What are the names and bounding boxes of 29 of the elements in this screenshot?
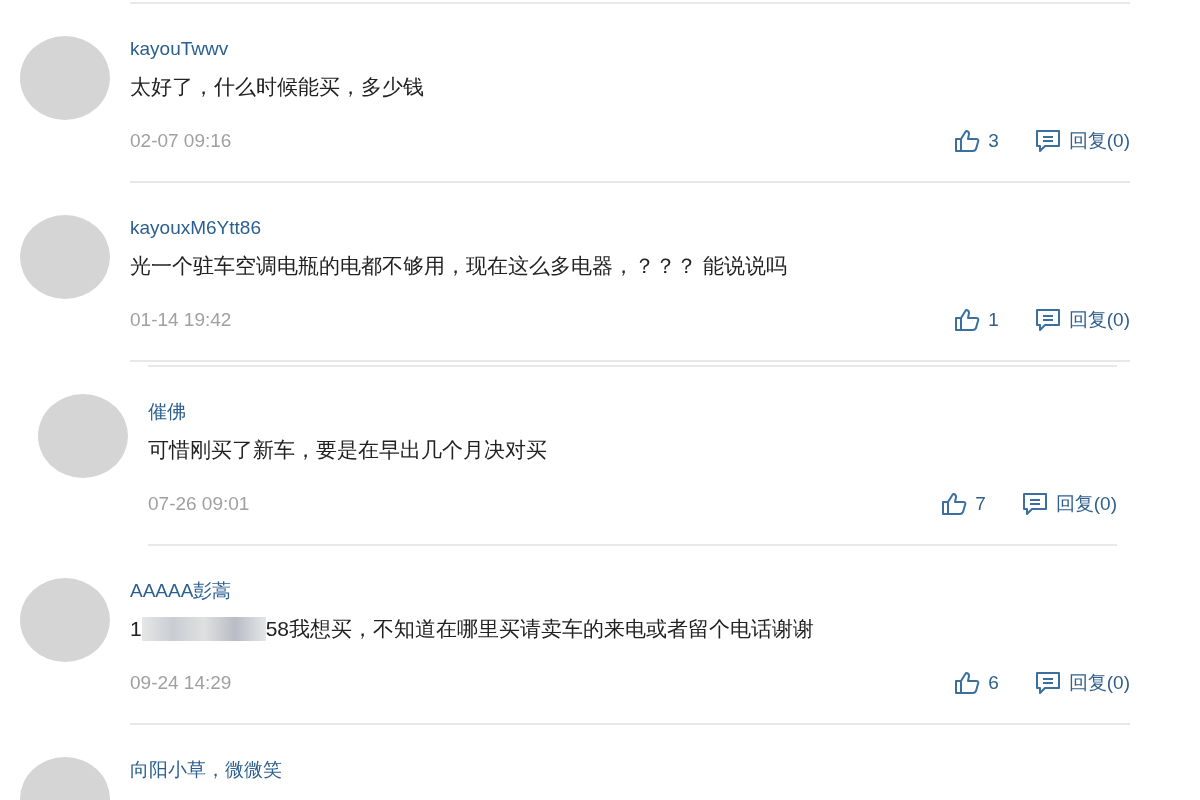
- comment-icon: [1021, 492, 1048, 516]
- comment-icon: [1034, 129, 1061, 153]
- reply-button[interactable]: 回复(0): [1034, 670, 1130, 696]
- comment-icon: [1034, 308, 1061, 332]
- reply-button[interactable]: 回复(0): [1034, 307, 1130, 333]
- username[interactable]: AAAAA彭蒿: [130, 579, 1130, 603]
- username[interactable]: 催佛: [148, 400, 1117, 424]
- comment-date: 07-26 09:01: [148, 493, 251, 515]
- thumbs-up-icon: [954, 308, 981, 332]
- like-button[interactable]: 7: [941, 492, 986, 516]
- username[interactable]: kayouTwwv: [130, 37, 1130, 61]
- comment-icon: [1034, 671, 1061, 695]
- comment-date: 09-24 14:29: [130, 672, 233, 694]
- comment-date: 02-07 09:16: [130, 130, 233, 152]
- comment-text: 太好了，什么时候能买，多少钱: [130, 74, 425, 100]
- like-button[interactable]: 1: [954, 308, 999, 332]
- comment-date: 01-14 19:42: [130, 309, 233, 331]
- comment-text: 可惜刚买了新车，要是在早出几个月决对买: [148, 437, 548, 463]
- thumbs-up-icon: [954, 129, 981, 153]
- like-button[interactable]: 3: [954, 129, 999, 153]
- like-button[interactable]: 6: [954, 671, 999, 695]
- reply-button[interactable]: 回复(0): [1021, 491, 1117, 517]
- username[interactable]: kayouxM6Ytt86: [130, 216, 1130, 240]
- username[interactable]: 向阳小草，微微笑: [130, 758, 1130, 782]
- reply-button[interactable]: 回复(0): [1034, 128, 1130, 154]
- comment-text: 1 58我想买，不知道在哪里买请卖车的来电或者留个电话谢谢: [130, 616, 816, 643]
- thumbs-up-icon: [941, 492, 968, 516]
- thumbs-up-icon: [954, 671, 981, 695]
- comment-text: 光一个驻车空调电瓶的电都不够用，现在这么多电器，？？？ 能说说吗: [130, 253, 788, 279]
